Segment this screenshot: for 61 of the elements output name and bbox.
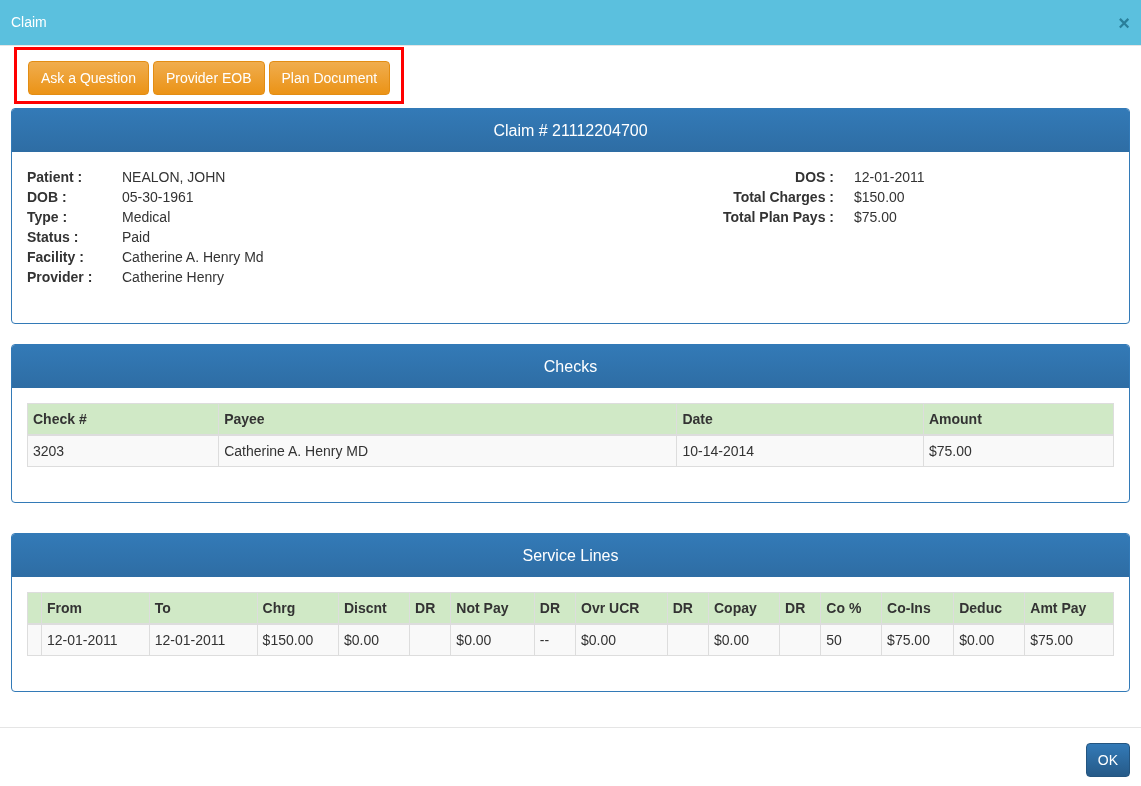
table-cell: $0.00 (953, 624, 1025, 656)
action-button[interactable]: Ask a Question (28, 61, 149, 95)
field-label: DOS : (794, 168, 834, 187)
field-value: Catherine A. Henry Md (122, 248, 264, 267)
column-header: Chrg (257, 592, 339, 624)
field-value: $150.00 (854, 188, 905, 207)
table-cell: 3203 (27, 435, 219, 467)
field-label: Total Plan Pays : (722, 208, 834, 227)
column-header: DR (667, 592, 709, 624)
column-header: Copay (708, 592, 780, 624)
column-header: Co % (820, 592, 882, 624)
close-button[interactable]: × (1118, 12, 1130, 33)
column-header: Payee (218, 403, 677, 435)
field-value: Medical (122, 208, 171, 227)
table-cell: Catherine A. Henry MD (218, 435, 677, 467)
field-value: NEALON, JOHN (122, 168, 226, 187)
column-header: From (41, 592, 150, 624)
action-button[interactable]: Provider EOB (152, 61, 265, 95)
field-label: Total Charges : (732, 188, 834, 207)
field-value: 05-30-1961 (122, 188, 194, 207)
column-header: Date (676, 403, 924, 435)
field-value: 12-01-2011 (854, 168, 925, 187)
table-cell: $0.00 (575, 624, 668, 656)
column-header: Deduc (953, 592, 1025, 624)
field-label: Type : (27, 208, 69, 227)
field-value: $75.00 (854, 208, 897, 227)
column-header: Check # (27, 403, 219, 435)
window-title: Claim (11, 13, 47, 32)
table-cell: $0.00 (338, 624, 410, 656)
column-header: DR (534, 592, 576, 624)
table-cell: 10-14-2014 (676, 435, 924, 467)
column-header: Not Pay (450, 592, 535, 624)
column-header: To (149, 592, 258, 624)
table-cell: $150.00 (257, 624, 339, 656)
table-cell: $75.00 (923, 435, 1114, 467)
table-cell: 12-01-2011 (41, 624, 150, 656)
field-label: Provider : (27, 268, 94, 287)
panel-header: Claim # 21112204700 (12, 109, 1129, 152)
table-cell: 12-01-2011 (149, 624, 258, 656)
field-label: Patient : (27, 168, 84, 187)
table-cell: $75.00 (881, 624, 954, 656)
panel-header: Service Lines (12, 534, 1129, 577)
ok-button[interactable]: OK (1085, 743, 1130, 777)
column-header: DR (779, 592, 821, 624)
table-cell: 50 (820, 624, 882, 656)
column-header: Discnt (338, 592, 410, 624)
column-header: Amt Pay (1024, 592, 1114, 624)
column-header: Ovr UCR (575, 592, 668, 624)
column-header: Amount (923, 403, 1114, 435)
field-value: Paid (122, 228, 151, 247)
field-label: DOB : (27, 188, 68, 207)
table-cell: $0.00 (450, 624, 535, 656)
action-button[interactable]: Plan Document (268, 61, 391, 95)
field-value: Catherine Henry (122, 268, 224, 287)
column-header: Co-Ins (881, 592, 954, 624)
field-label: Facility : (27, 248, 85, 267)
field-label: Status : (27, 228, 80, 247)
table-cell: $0.00 (708, 624, 780, 656)
table-cell: $75.00 (1024, 624, 1114, 656)
column-header: DR (409, 592, 451, 624)
panel-header: Checks (12, 345, 1129, 388)
